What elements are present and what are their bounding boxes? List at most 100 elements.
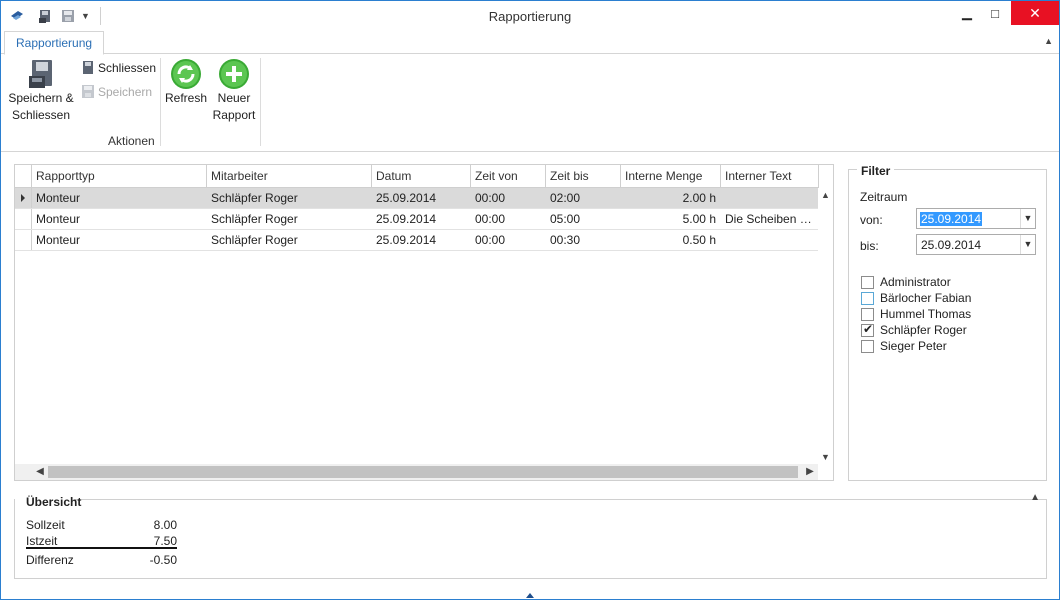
sum-rule bbox=[26, 547, 177, 549]
collapse-ribbon-icon[interactable]: ▲ bbox=[1044, 36, 1053, 46]
maximize-button[interactable]: □ bbox=[980, 1, 1010, 25]
differenz-value: -0.50 bbox=[149, 553, 177, 567]
cell-interner-text[interactable] bbox=[721, 230, 819, 250]
tab-rapportierung[interactable]: Rapportierung bbox=[4, 31, 105, 55]
sollzeit-label: Sollzeit bbox=[26, 518, 65, 532]
sollzeit-row: Sollzeit 8.00 bbox=[26, 518, 177, 532]
expand-panel-icon[interactable] bbox=[526, 593, 534, 598]
actions-group-label: Aktionen bbox=[108, 134, 155, 148]
scroll-up-icon[interactable]: ▲ bbox=[818, 190, 833, 200]
checkbox[interactable] bbox=[861, 291, 874, 305]
close-doc-icon bbox=[83, 61, 93, 74]
scrollbar-corner bbox=[15, 464, 32, 480]
ribbon-tab-row: Rapportierung ▲ bbox=[1, 31, 1059, 55]
column-header-rapporttyp[interactable]: Rapporttyp bbox=[32, 165, 207, 187]
table-row[interactable]: Monteur Schläpfer Roger 25.09.2014 00:00… bbox=[15, 209, 819, 230]
employee-checkbox-baerlocher[interactable]: Bärlocher Fabian bbox=[861, 291, 971, 305]
row-selector[interactable] bbox=[15, 188, 32, 208]
chevron-down-icon[interactable]: ▼ bbox=[1020, 235, 1035, 254]
employee-checkbox-schlaepfer[interactable]: ✔ Schläpfer Roger bbox=[861, 321, 967, 337]
table-row[interactable]: Monteur Schläpfer Roger 25.09.2014 00:00… bbox=[15, 230, 819, 251]
overview-panel: Übersicht ▲ Sollzeit 8.00 Istzeit 7.50 D… bbox=[14, 492, 1047, 579]
cell-datum[interactable]: 25.09.2014 bbox=[372, 209, 471, 229]
cell-interne-menge[interactable]: 5.00 h bbox=[621, 209, 721, 229]
window-title: Rapportierung bbox=[488, 9, 572, 24]
ribbon: Speichern & Schliessen Schliessen Speich… bbox=[1, 54, 1059, 152]
checkmark-icon: ✔ bbox=[863, 321, 874, 336]
cell-mitarbeiter[interactable]: Schläpfer Roger bbox=[207, 230, 372, 250]
collapse-overview-icon[interactable]: ▲ bbox=[1030, 492, 1040, 503]
cell-rapporttyp[interactable]: Monteur bbox=[32, 209, 207, 229]
cell-zeit-bis[interactable]: 00:30 bbox=[546, 230, 621, 250]
column-header-zeit-bis[interactable]: Zeit bis bbox=[546, 165, 621, 187]
cell-interner-text[interactable] bbox=[721, 188, 819, 208]
grid-header: Rapporttyp Mitarbeiter Datum Zeit von Ze… bbox=[15, 165, 819, 188]
plus-icon bbox=[219, 59, 249, 89]
horizontal-scroll-thumb[interactable] bbox=[48, 466, 798, 478]
chevron-down-icon[interactable]: ▼ bbox=[1020, 209, 1035, 228]
cell-zeit-bis[interactable]: 02:00 bbox=[546, 188, 621, 208]
refresh-button[interactable]: Refresh bbox=[164, 58, 208, 107]
bis-label: bis: bbox=[860, 239, 879, 253]
differenz-label: Differenz bbox=[26, 553, 74, 567]
checkbox[interactable] bbox=[861, 339, 874, 353]
cell-datum[interactable]: 25.09.2014 bbox=[372, 230, 471, 250]
scroll-down-icon[interactable]: ▼ bbox=[818, 452, 833, 462]
cell-interne-menge[interactable]: 0.50 h bbox=[621, 230, 721, 250]
cell-rapporttyp[interactable]: Monteur bbox=[32, 230, 207, 250]
cell-mitarbeiter[interactable]: Schläpfer Roger bbox=[207, 188, 372, 208]
column-header-mitarbeiter[interactable]: Mitarbeiter bbox=[207, 165, 372, 187]
vertical-scrollbar[interactable]: ▲ ▼ bbox=[818, 188, 833, 464]
von-date-select[interactable]: 25.09.2014 ▼ bbox=[916, 208, 1036, 229]
cell-interner-text[interactable]: Die Scheiben w... bbox=[721, 209, 819, 229]
checkbox[interactable] bbox=[861, 275, 874, 289]
overview-title: Übersicht bbox=[26, 495, 82, 509]
save-and-close-button[interactable]: Speichern & Schliessen bbox=[7, 58, 75, 124]
save-action-label: Speichern bbox=[98, 84, 153, 99]
cell-zeit-von[interactable]: 00:00 bbox=[471, 209, 546, 229]
cell-interne-menge[interactable]: 2.00 h bbox=[621, 188, 721, 208]
refresh-icon bbox=[171, 59, 201, 89]
cell-rapporttyp[interactable]: Monteur bbox=[32, 188, 207, 208]
filter-panel: Filter Zeitraum von: 25.09.2014 ▼ bis: 2… bbox=[848, 164, 1047, 481]
row-selector[interactable] bbox=[15, 209, 32, 229]
cell-zeit-von[interactable]: 00:00 bbox=[471, 230, 546, 250]
cell-zeit-bis[interactable]: 05:00 bbox=[546, 209, 621, 229]
cell-datum[interactable]: 25.09.2014 bbox=[372, 188, 471, 208]
column-header-interne-menge[interactable]: Interne Menge bbox=[621, 165, 721, 187]
save-icon bbox=[82, 85, 94, 98]
horizontal-scrollbar[interactable]: ◀ ▶ bbox=[32, 464, 818, 480]
save-action-button[interactable]: Speichern bbox=[81, 84, 152, 99]
employee-name: Administrator bbox=[880, 275, 951, 289]
employee-checkbox-hummel[interactable]: Hummel Thomas bbox=[861, 307, 971, 321]
column-header-zeit-von[interactable]: Zeit von bbox=[471, 165, 546, 187]
von-date-value[interactable]: 25.09.2014 bbox=[920, 212, 983, 226]
row-selector[interactable] bbox=[15, 230, 32, 250]
cell-zeit-von[interactable]: 00:00 bbox=[471, 188, 546, 208]
cell-mitarbeiter[interactable]: Schläpfer Roger bbox=[207, 209, 372, 229]
column-header-datum[interactable]: Datum bbox=[372, 165, 471, 187]
scroll-right-icon[interactable]: ▶ bbox=[802, 464, 818, 480]
close-action-button[interactable]: Schliessen bbox=[81, 60, 156, 75]
bis-date-select[interactable]: 25.09.2014 ▼ bbox=[916, 234, 1036, 255]
employee-name: Hummel Thomas bbox=[880, 307, 972, 321]
filter-title: Filter bbox=[857, 164, 895, 178]
bis-date-value[interactable]: 25.09.2014 bbox=[921, 238, 981, 252]
differenz-row: Differenz -0.50 bbox=[26, 553, 177, 567]
overview-top-border bbox=[75, 499, 1046, 500]
checkbox[interactable]: ✔ bbox=[861, 321, 874, 337]
new-report-button[interactable]: Neuer Rapport bbox=[210, 58, 258, 124]
zeitraum-label: Zeitraum bbox=[860, 190, 908, 204]
scroll-left-icon[interactable]: ◀ bbox=[32, 464, 48, 480]
refresh-label: Refresh bbox=[164, 91, 208, 105]
table-row[interactable]: Monteur Schläpfer Roger 25.09.2014 00:00… bbox=[15, 188, 819, 209]
employee-checkbox-administrator[interactable]: Administrator bbox=[861, 275, 951, 289]
save-close-icon bbox=[29, 60, 52, 88]
column-header-interner-text[interactable]: Interner Text bbox=[721, 165, 819, 187]
save-and-close-label-1: Speichern & bbox=[8, 91, 74, 105]
minimize-button[interactable]: ▁ bbox=[952, 1, 982, 25]
employee-checkbox-sieger[interactable]: Sieger Peter bbox=[861, 339, 947, 353]
checkbox[interactable] bbox=[861, 307, 874, 321]
ribbon-group-divider-2 bbox=[260, 58, 261, 146]
close-button[interactable]: ✕ bbox=[1011, 1, 1059, 25]
